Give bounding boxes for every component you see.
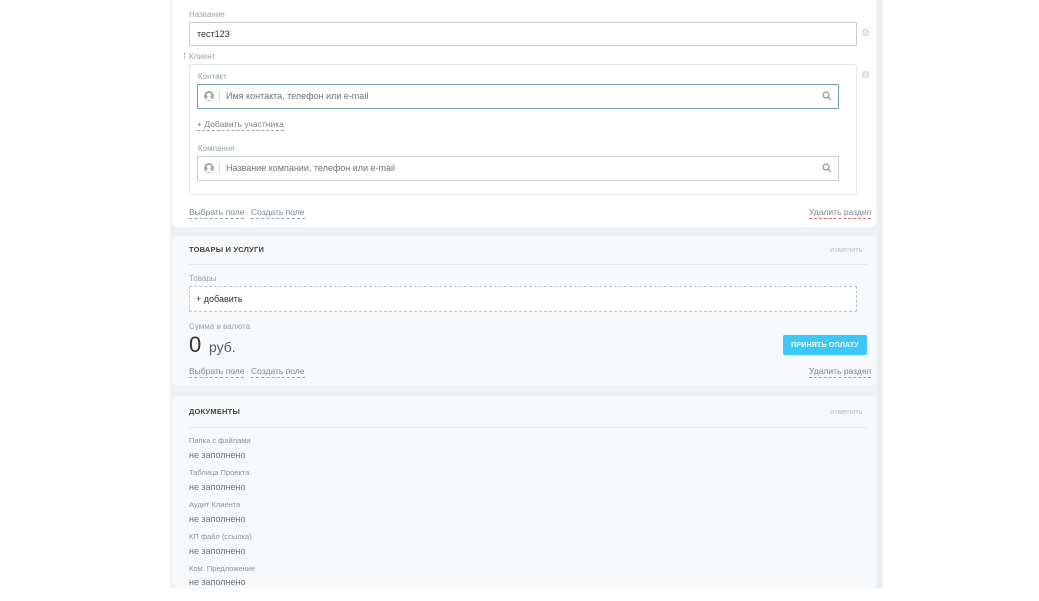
search-icon[interactable] [822, 163, 832, 173]
accept-payment-button[interactable]: ПРИНЯТЬ ОПЛАТУ [783, 335, 867, 355]
doc-field-value: не заполнено [189, 577, 246, 587]
gear-icon[interactable]: ⚙ [861, 29, 871, 39]
delete-section-link[interactable]: Удалить раздел [809, 207, 872, 219]
name-label: Название [189, 10, 225, 19]
contact-label: Контакт [198, 72, 227, 81]
doc-field-value: не заполнено [189, 450, 246, 460]
add-participant-link[interactable]: + Добавить участника [197, 119, 284, 131]
contact-search-field[interactable]: Имя контакта, телефон или e-mail [197, 84, 839, 109]
section-main-fields: Название тест123 ⚙ Клиент ⚙ Контакт Имя … [172, 0, 876, 227]
create-field-link[interactable]: Создать поле [251, 207, 305, 219]
doc-field-label: Папка с файлами [189, 436, 251, 445]
section-title: ДОКУМЕНТЫ [189, 407, 240, 416]
drag-handle[interactable] [184, 53, 187, 59]
search-icon[interactable] [822, 91, 832, 101]
add-product-field[interactable]: + добавить [189, 286, 857, 312]
name-input[interactable]: тест123 [189, 22, 857, 46]
doc-field-label: Ком. Предложение [189, 564, 256, 573]
company-search-field[interactable]: Название компании, телефон или e-mail [197, 156, 839, 181]
edit-section-link[interactable]: изменить [830, 245, 863, 254]
user-avatar-icon [204, 91, 214, 101]
choose-field-link[interactable]: Выбрать поле [189, 207, 245, 219]
column-scroll-edge [878, 0, 883, 588]
edit-section-link[interactable]: изменить [830, 407, 863, 416]
sum-currency-label: Сумма и валюта [189, 322, 251, 331]
choose-field-link[interactable]: Выбрать поле [189, 366, 245, 378]
contact-placeholder: Имя контакта, телефон или e-mail [226, 91, 369, 101]
company-placeholder: Название компании, телефон или e-mail [226, 163, 396, 173]
doc-field-label: Аудит Клиента [189, 500, 241, 509]
doc-field-label: Таблица Проекта [189, 468, 250, 477]
delete-section-link[interactable]: Удалить раздел [809, 366, 872, 378]
section-documents: ДОКУМЕНТЫ изменить Папка с файлами не за… [172, 396, 876, 588]
doc-field-label: КП файл (ссылка) [189, 532, 252, 541]
section-title: ТОВАРЫ И УСЛУГИ [189, 245, 265, 254]
section-divider [189, 264, 867, 265]
company-avatar-icon [204, 163, 214, 173]
goods-label: Товары [189, 274, 217, 283]
divider [219, 91, 220, 101]
currency-value: руб. [209, 339, 236, 355]
doc-field-value: не заполнено [189, 514, 246, 524]
doc-field-value: не заполнено [189, 482, 246, 492]
client-box: Контакт Имя контакта, телефон или e-mail… [189, 64, 857, 195]
gear-icon[interactable]: ⚙ [861, 71, 871, 81]
divider [219, 163, 220, 173]
amount-value: 0 [189, 332, 202, 357]
client-label: Клиент [189, 52, 216, 61]
section-divider [189, 427, 867, 428]
company-label: Компания [198, 144, 235, 153]
section-products: ТОВАРЫ И УСЛУГИ изменить Товары + добави… [172, 236, 876, 386]
create-field-link[interactable]: Создать поле [251, 366, 305, 378]
doc-field-value: не заполнено [189, 546, 246, 556]
